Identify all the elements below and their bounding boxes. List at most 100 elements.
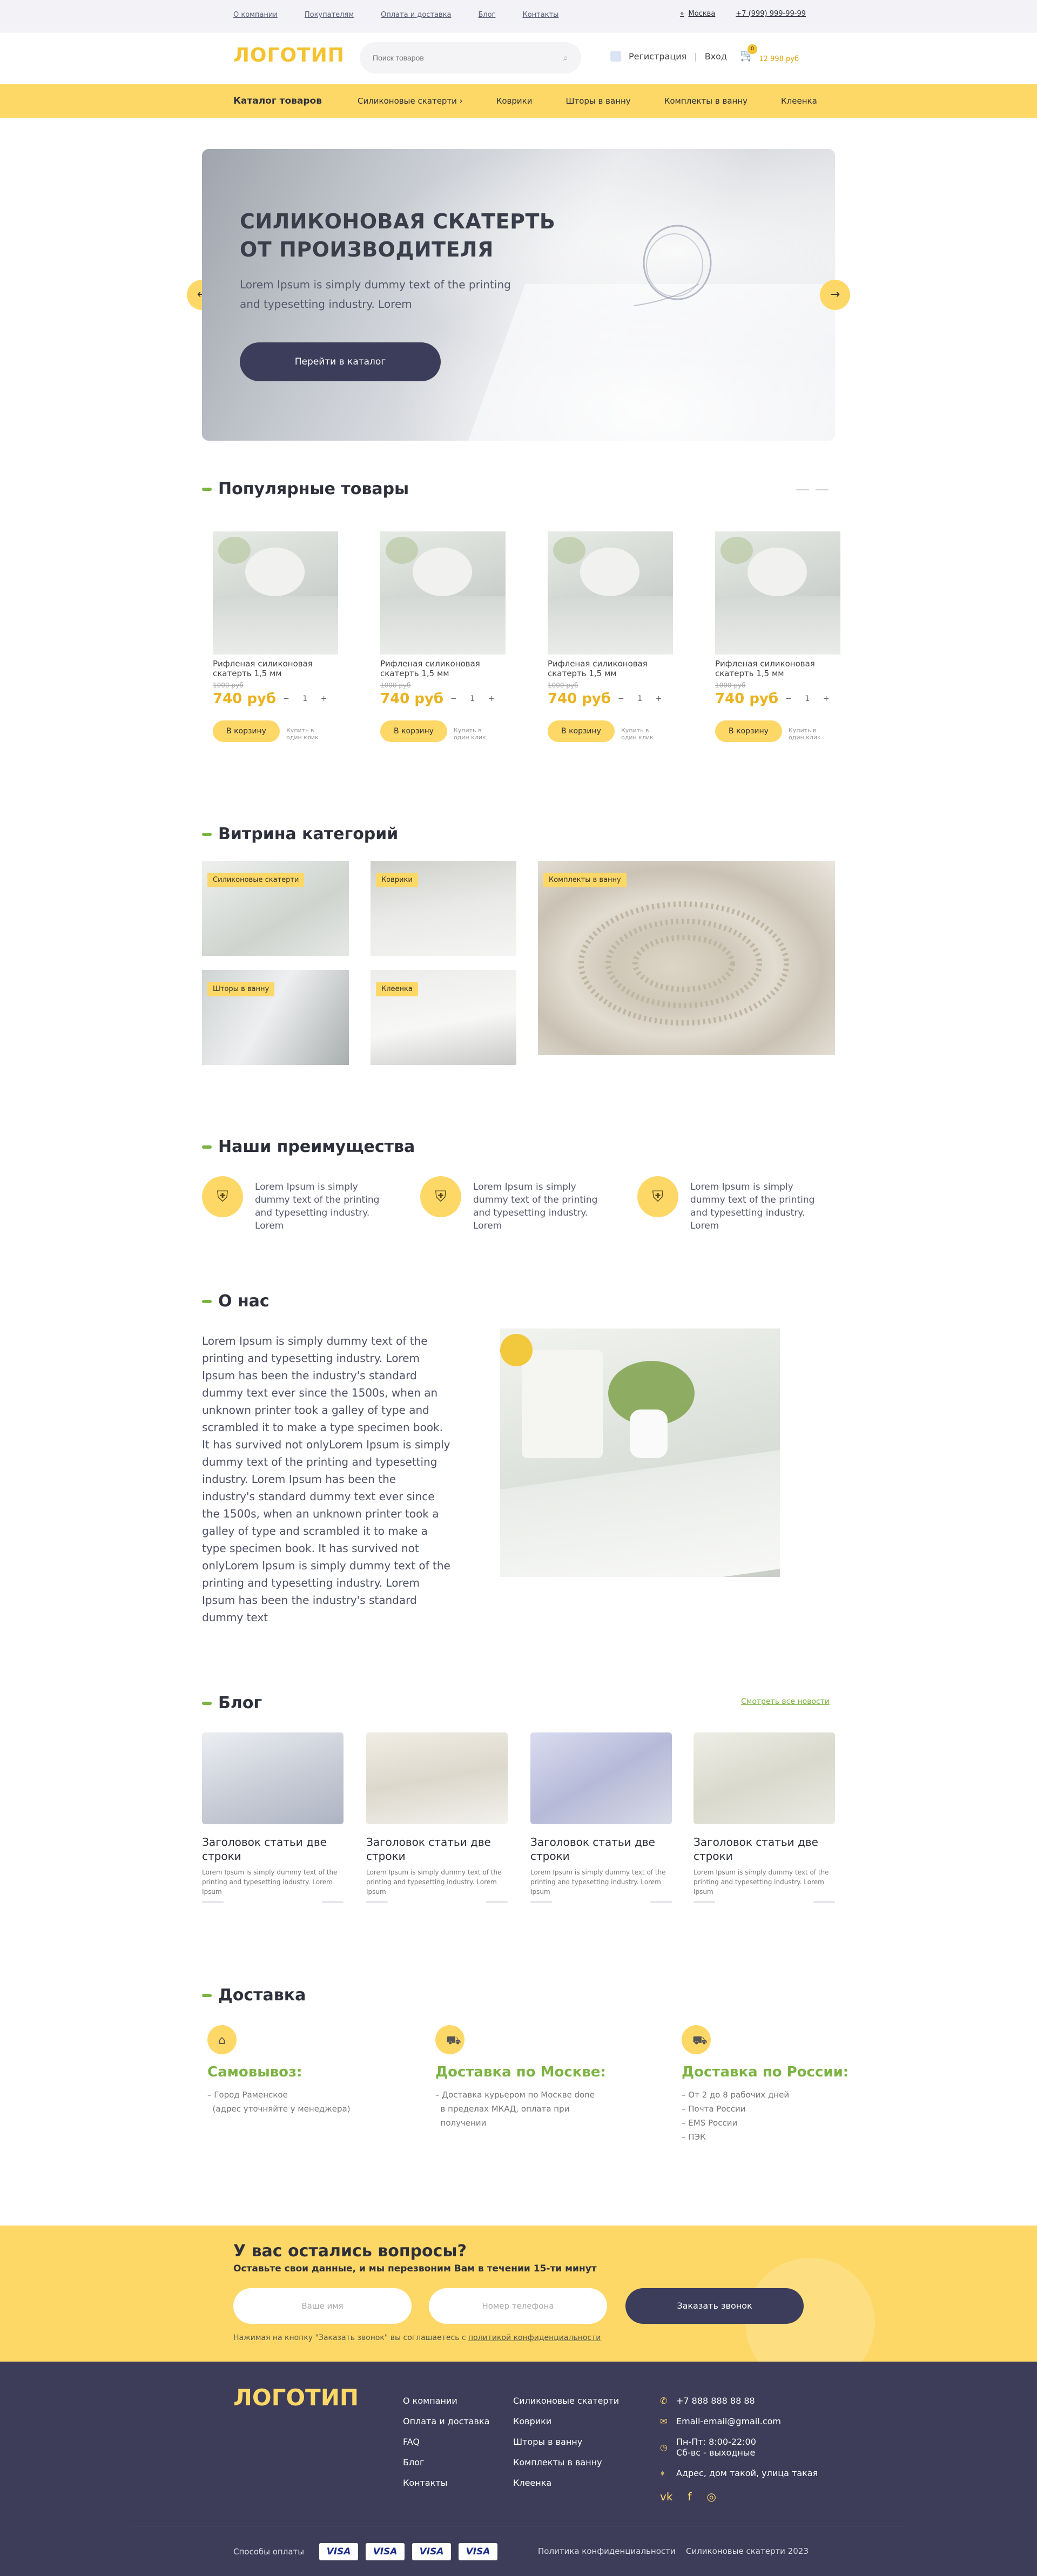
- category-label[interactable]: Клеенка: [376, 982, 418, 996]
- top-link-blog[interactable]: Блог: [478, 11, 495, 19]
- top-link-customers[interactable]: Покупателям: [305, 11, 354, 19]
- city-selector[interactable]: ⌖ Москва: [680, 10, 715, 18]
- category-label[interactable]: Шторы в ванну: [207, 982, 275, 996]
- slider-dots[interactable]: [796, 489, 829, 490]
- minus-icon[interactable]: −: [450, 694, 457, 703]
- one-click-link[interactable]: Купить в один клик: [286, 727, 328, 741]
- instagram-icon[interactable]: ◎: [706, 2490, 716, 2503]
- footer-link[interactable]: О компании: [403, 2391, 489, 2411]
- one-click-link[interactable]: Купить в один клик: [789, 727, 831, 741]
- category-label[interactable]: Коврики: [376, 873, 418, 887]
- nav-bath-sets[interactable]: Комплекты в ванну: [664, 96, 748, 106]
- contact-phone[interactable]: ✆ +7 888 888 88 88: [660, 2391, 818, 2411]
- phone-input[interactable]: Номер телефона: [429, 2288, 607, 2324]
- plus-icon[interactable]: +: [488, 694, 495, 703]
- search-box[interactable]: ⌕: [360, 42, 581, 73]
- category-rugs[interactable]: Коврики: [371, 861, 516, 956]
- nav-oilcloth[interactable]: Клеенка: [781, 96, 817, 106]
- register-link[interactable]: Регистрация: [629, 51, 686, 62]
- footer-link[interactable]: Клеенка: [513, 2473, 619, 2493]
- footer-link[interactable]: Силиконовые скатерти: [513, 2391, 619, 2411]
- cart[interactable]: 🛒 0 12 998 руб: [740, 44, 799, 63]
- vk-icon[interactable]: vk: [660, 2490, 672, 2503]
- category-label[interactable]: Силиконовые скатерти: [207, 873, 305, 887]
- product-image[interactable]: [548, 531, 673, 655]
- quantity-value[interactable]: 1: [800, 694, 814, 703]
- plus-icon[interactable]: +: [321, 694, 327, 703]
- footer-link[interactable]: Шторы в ванну: [513, 2432, 619, 2452]
- top-link-contacts[interactable]: Контакты: [522, 11, 558, 19]
- footer-link[interactable]: Комплекты в ванну: [513, 2452, 619, 2473]
- quantity-stepper[interactable]: −1 +: [450, 694, 494, 703]
- product-card[interactable]: Рифленая силиконовая скатерть 1,5 мм 100…: [537, 531, 673, 747]
- hero-catalog-button[interactable]: Перейти в каталог: [240, 342, 441, 381]
- search-icon[interactable]: ⌕: [563, 52, 568, 64]
- nav-tablecloths[interactable]: Силиконовые скатерти ›: [358, 96, 463, 106]
- blog-card[interactable]: Заголовок статьи две строки Lorem Ipsum …: [693, 1732, 835, 1916]
- top-link-about[interactable]: О компании: [233, 11, 278, 19]
- plus-icon[interactable]: +: [656, 694, 662, 703]
- footer-link[interactable]: Блог: [403, 2452, 489, 2473]
- blog-image[interactable]: [366, 1732, 508, 1824]
- quantity-value[interactable]: 1: [466, 694, 480, 703]
- blog-image[interactable]: [202, 1732, 344, 1824]
- product-image[interactable]: [380, 531, 506, 655]
- blog-card[interactable]: Заголовок статьи две строки Lorem Ipsum …: [366, 1732, 508, 1916]
- top-link-payment[interactable]: Оплата и доставка: [381, 11, 451, 19]
- quantity-stepper[interactable]: −1 +: [618, 694, 662, 703]
- hero-next-arrow[interactable]: →: [820, 280, 850, 310]
- logo[interactable]: ЛОГОТИП: [233, 44, 345, 66]
- quantity-value[interactable]: 1: [298, 694, 312, 703]
- product-image[interactable]: [213, 531, 338, 655]
- product-name[interactable]: Рифленая силиконовая скатерть 1,5 мм: [715, 659, 823, 678]
- quantity-value[interactable]: 1: [633, 694, 647, 703]
- quantity-stepper[interactable]: −1 +: [283, 694, 327, 703]
- one-click-link[interactable]: Купить в один клик: [454, 727, 496, 741]
- category-oilcloth[interactable]: Клеенка: [371, 970, 516, 1065]
- contact-email[interactable]: ✉ Email-email@gmail.com: [660, 2411, 818, 2432]
- blog-card[interactable]: Заголовок статьи две строки Lorem Ipsum …: [530, 1732, 672, 1916]
- product-card[interactable]: Рифленая силиконовая скатерть 1,5 мм 100…: [202, 531, 338, 747]
- blog-post-title[interactable]: Заголовок статьи две строки: [693, 1835, 835, 1863]
- order-call-button[interactable]: Заказать звонок: [625, 2288, 804, 2324]
- blog-post-title[interactable]: Заголовок статьи две строки: [530, 1835, 672, 1863]
- nav-rugs[interactable]: Коврики: [496, 96, 533, 106]
- blog-image[interactable]: [530, 1732, 672, 1824]
- quantity-stepper[interactable]: −1 +: [785, 694, 829, 703]
- minus-icon[interactable]: −: [785, 694, 792, 703]
- all-news-link[interactable]: Смотреть все новости: [741, 1697, 830, 1706]
- privacy-link[interactable]: политикой конфиденциальности: [468, 2334, 601, 2342]
- facebook-icon[interactable]: f: [688, 2490, 691, 2503]
- footer-link[interactable]: Оплата и доставка: [403, 2411, 489, 2432]
- slider-dot[interactable]: [816, 489, 829, 490]
- blog-post-title[interactable]: Заголовок статьи две строки: [366, 1835, 508, 1863]
- category-tablecloths[interactable]: Силиконовые скатерти: [202, 861, 349, 956]
- blog-card[interactable]: Заголовок статьи две строки Lorem Ipsum …: [202, 1732, 344, 1916]
- top-phone[interactable]: +7 (999) 999-99-99: [736, 10, 806, 18]
- add-to-cart-button[interactable]: В корзину: [213, 720, 280, 742]
- product-name[interactable]: Рифленая силиконовая скатерть 1,5 мм: [548, 659, 656, 678]
- category-label[interactable]: Комплекты в ванну: [543, 873, 627, 887]
- footer-logo[interactable]: ЛОГОТИП: [233, 2384, 359, 2411]
- category-curtains[interactable]: Шторы в ванну: [202, 970, 349, 1065]
- name-input[interactable]: Ваше имя: [233, 2288, 412, 2324]
- product-card[interactable]: Рифленая силиконовая скатерть 1,5 мм 100…: [704, 531, 840, 747]
- product-image[interactable]: [715, 531, 840, 655]
- blog-image[interactable]: [693, 1732, 835, 1824]
- footer-link[interactable]: Контакты: [403, 2473, 489, 2493]
- blog-post-title[interactable]: Заголовок статьи две строки: [202, 1835, 344, 1863]
- product-card[interactable]: Рифленая силиконовая скатерть 1,5 мм 100…: [369, 531, 506, 747]
- login-link[interactable]: Вход: [705, 51, 727, 62]
- search-input[interactable]: [373, 53, 535, 62]
- category-bath-sets[interactable]: Комплекты в ванну: [538, 861, 835, 1055]
- add-to-cart-button[interactable]: В корзину: [548, 720, 615, 742]
- one-click-link[interactable]: Купить в один клик: [621, 727, 663, 741]
- product-name[interactable]: Рифленая силиконовая скатерть 1,5 мм: [380, 659, 488, 678]
- add-to-cart-button[interactable]: В корзину: [715, 720, 782, 742]
- add-to-cart-button[interactable]: В корзину: [380, 720, 447, 742]
- nav-catalog[interactable]: Каталог товаров: [233, 96, 322, 106]
- footer-link[interactable]: FAQ: [403, 2432, 489, 2452]
- footer-link[interactable]: Коврики: [513, 2411, 619, 2432]
- privacy-policy-link[interactable]: Политика конфиденциальности: [538, 2546, 676, 2556]
- plus-icon[interactable]: +: [823, 694, 830, 703]
